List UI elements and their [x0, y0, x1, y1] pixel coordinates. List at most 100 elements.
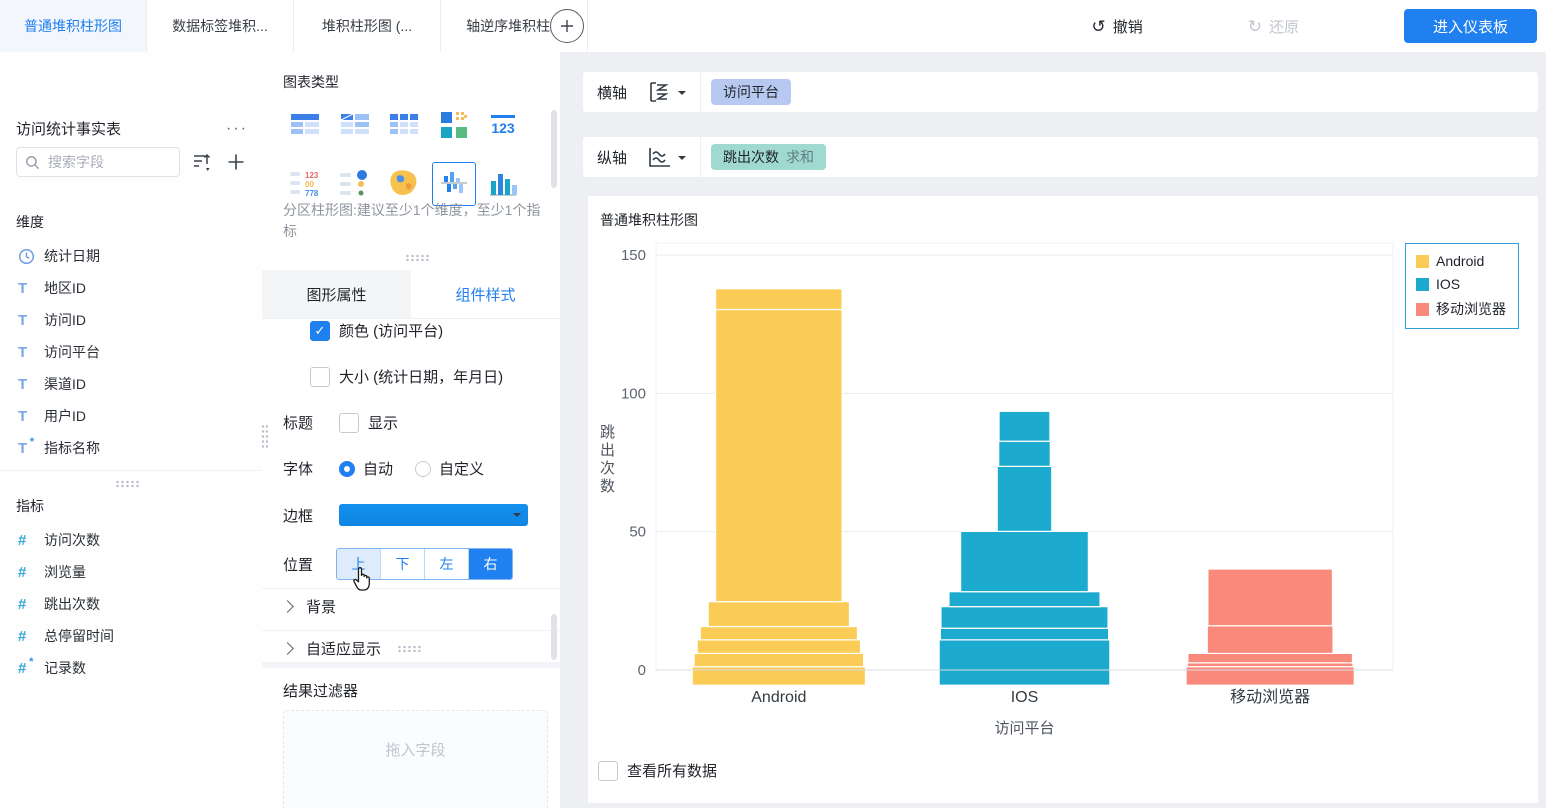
chart-type-detail-table[interactable] — [283, 104, 327, 148]
search-icon — [26, 155, 40, 169]
chart-legend[interactable]: Android IOS 移动浏览器 — [1405, 243, 1519, 329]
view-all-label: 查看所有数据 — [627, 763, 718, 780]
y-axis-title: 跳出次数 — [598, 424, 615, 496]
chart-type-label: 图表类型 — [283, 74, 339, 90]
field-search-box[interactable] — [16, 147, 180, 177]
dimension-item-6[interactable]: T * 指标名称 — [0, 432, 262, 464]
metric-item-3[interactable]: # 总停留时间 — [0, 620, 262, 652]
bar-segment-移动浏览器[interactable] — [1207, 568, 1334, 627]
enter-dashboard-button[interactable]: 进入仪表板 — [1404, 9, 1537, 43]
adaptive-resize-handle[interactable] — [397, 645, 424, 652]
dimension-item-3[interactable]: T 访问平台 — [0, 336, 262, 368]
bar-segment-IOS[interactable] — [998, 410, 1051, 442]
panel-tab-0[interactable]: 图形属性 — [262, 270, 411, 318]
position-button-下[interactable]: 下 — [380, 549, 424, 579]
panel-tab-1[interactable]: 组件样式 — [411, 270, 560, 318]
bar-segment-IOS[interactable] — [948, 591, 1101, 608]
metric-item-2[interactable]: # 跳出次数 — [0, 588, 262, 620]
chart-type-kpi-number[interactable]: 123 — [481, 104, 525, 148]
y-axis-label: 纵轴 — [597, 149, 628, 167]
y-axis-field-chip[interactable]: 跳出次数 求和 — [711, 144, 826, 170]
legend-item-2[interactable]: 移动浏览器 — [1416, 299, 1506, 319]
bar-segment-IOS[interactable] — [938, 639, 1111, 686]
bar-segment-IOS[interactable] — [996, 465, 1053, 532]
legend-item-0[interactable]: Android — [1416, 253, 1506, 269]
bar-segment-移动浏览器[interactable] — [1206, 625, 1334, 655]
position-button-右[interactable]: 右 — [468, 549, 512, 579]
font-radio-0[interactable] — [339, 460, 355, 477]
legend-item-1[interactable]: IOS — [1416, 276, 1506, 292]
dimension-item-4[interactable]: T 渠道ID — [0, 368, 262, 400]
y-axis-type-icon — [649, 148, 670, 167]
y-tick-100: 100 — [621, 385, 646, 402]
bar-segment-Android[interactable] — [699, 625, 859, 641]
dimension-item-5[interactable]: T 用户ID — [0, 400, 262, 432]
add-chart-tab-button[interactable] — [550, 9, 584, 43]
font-options: 自动 自定义 — [339, 458, 506, 479]
metric-item-4[interactable]: # * 记录数 — [0, 652, 262, 684]
position-button-左[interactable]: 左 — [424, 549, 468, 579]
add-field-icon[interactable] — [226, 152, 246, 172]
bar-segment-IOS[interactable] — [940, 606, 1109, 629]
y-axis-type-dropdown[interactable] — [645, 145, 686, 169]
dimension-item-0[interactable]: 统计日期 — [0, 240, 262, 272]
svg-text:123: 123 — [305, 171, 319, 180]
background-collapse[interactable]: 背景 — [281, 596, 336, 617]
sidebar-resize-handle[interactable] — [115, 480, 141, 487]
field-label: 记录数 — [44, 660, 86, 676]
chart-tab-0[interactable]: 普通堆积柱形图 — [0, 0, 147, 52]
text-icon: T — [18, 343, 28, 361]
font-label: 字体 — [283, 461, 314, 478]
chart-tab-2[interactable]: 堆积柱形图 (... — [294, 0, 441, 52]
redo-button[interactable]: ↻ 还原 — [1248, 16, 1299, 37]
dimension-item-1[interactable]: T 地区ID — [0, 272, 262, 304]
bar-segment-Android[interactable] — [693, 652, 865, 668]
view-all-data-row[interactable]: 查看所有数据 — [598, 760, 717, 781]
bar-segment-Android[interactable] — [691, 666, 867, 686]
bar-segment-IOS[interactable] — [998, 440, 1051, 467]
chevron-down-icon — [678, 156, 686, 164]
x-axis-type-dropdown[interactable] — [645, 80, 686, 104]
view-all-checkbox[interactable] — [598, 760, 618, 781]
border-row: 边框 — [283, 504, 528, 526]
position-button-上[interactable]: 上 — [337, 549, 380, 579]
bar-segment-IOS[interactable] — [939, 627, 1110, 641]
bar-segment-Android[interactable] — [714, 288, 843, 311]
adaptive-collapse[interactable]: 自适应显示 — [281, 638, 424, 659]
bar-segment-Android[interactable] — [707, 601, 851, 628]
metric-item-0[interactable]: # 访问次数 — [0, 524, 262, 556]
title-show-checkbox[interactable] — [339, 412, 359, 433]
dimension-item-2[interactable]: T 访问ID — [0, 304, 262, 336]
undo-icon: ↺ — [1091, 16, 1106, 36]
panel-scrollbar2[interactable] — [551, 614, 557, 660]
field-label: 访问ID — [44, 312, 86, 328]
chart-type-quadrant-chart[interactable] — [432, 104, 476, 148]
chart-type-summary-table[interactable] — [333, 104, 377, 148]
bar-segment-Android[interactable] — [714, 308, 843, 603]
chart-tab-1[interactable]: 数据标签堆积... — [147, 0, 294, 52]
metric-item-1[interactable]: # 浏览量 — [0, 556, 262, 588]
x-axis-field-chip[interactable]: 访问平台 — [711, 79, 791, 105]
size-checkbox[interactable] — [310, 366, 330, 387]
panel-drag-handle[interactable] — [261, 424, 268, 450]
undo-button[interactable]: ↺ 撤销 — [1091, 16, 1142, 37]
border-color-picker[interactable] — [339, 504, 528, 526]
search-input[interactable] — [46, 153, 165, 171]
panel-resize-handle[interactable] — [405, 254, 431, 261]
bar-segment-Android[interactable] — [696, 639, 862, 654]
chart-tab-bar: 普通堆积柱形图 数据标签堆积... 堆积柱形图 (... 轴逆序堆积柱... — [0, 0, 588, 52]
chart-type-pivot-table[interactable] — [382, 104, 426, 148]
bar-segment-移动浏览器[interactable] — [1187, 652, 1354, 664]
dataset-more-icon[interactable]: ··· — [226, 120, 248, 138]
y-tick-150: 150 — [621, 247, 646, 264]
panel-scrollbar[interactable] — [551, 110, 557, 188]
field-sort-icon[interactable] — [191, 151, 215, 173]
bar-segment-IOS[interactable] — [960, 530, 1089, 593]
adaptive-label: 自适应显示 — [306, 641, 382, 658]
text-calc-icon: T * — [18, 435, 35, 457]
bar-segment-移动浏览器[interactable] — [1185, 666, 1355, 686]
dataset-name: 访问统计事实表 — [16, 121, 122, 138]
color-checkbox[interactable] — [310, 320, 330, 341]
font-radio-1[interactable] — [415, 460, 432, 477]
filter-drop-zone[interactable]: 拖入字段 — [283, 710, 548, 808]
